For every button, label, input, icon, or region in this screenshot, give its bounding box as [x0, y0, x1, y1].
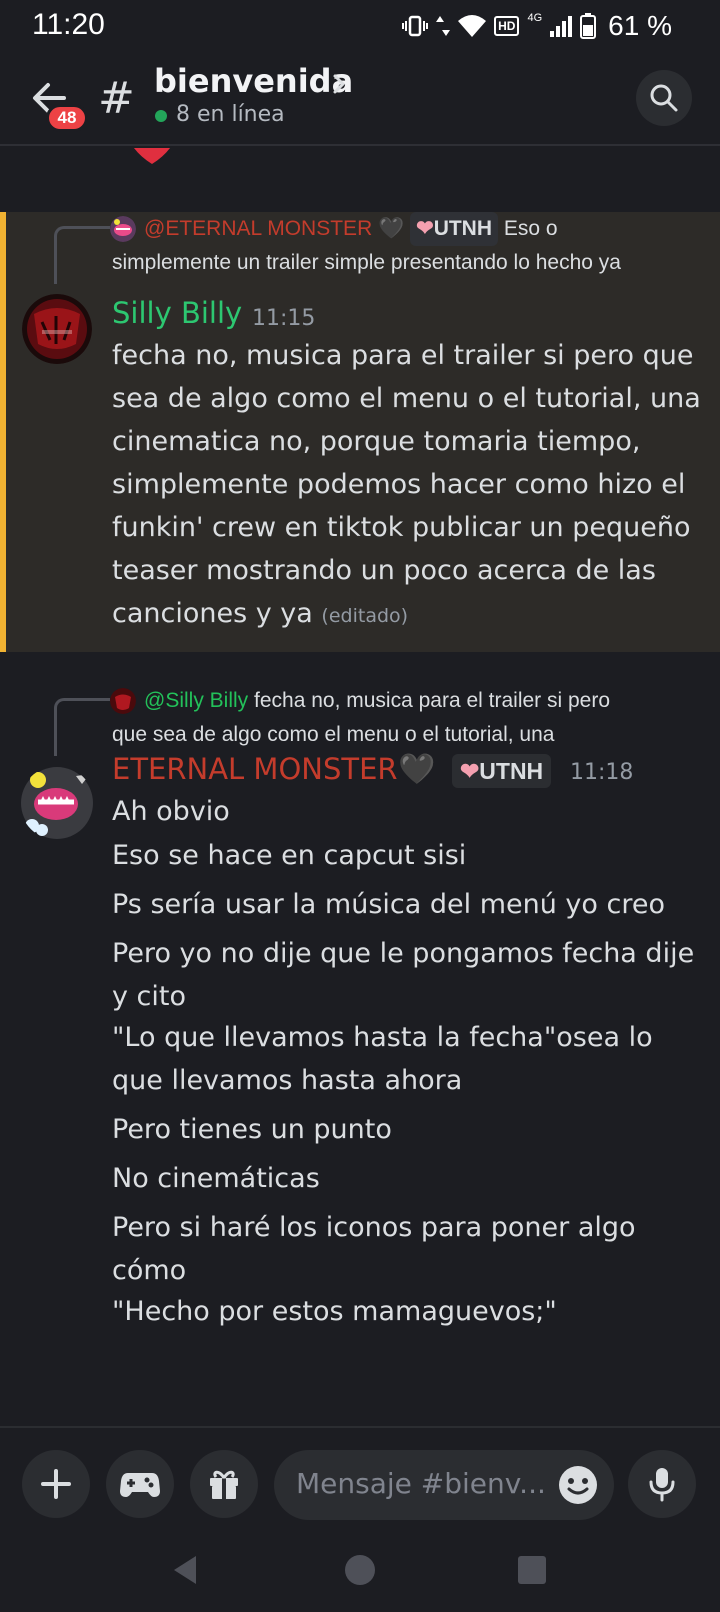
message-body: fecha no, musica para el trailer si pero…: [112, 340, 701, 629]
reply-preview[interactable]: @ETERNAL MONSTER 🖤 ❤UTNH Eso o simplemen…: [112, 212, 712, 280]
plus-icon: [41, 1469, 71, 1499]
message-line: Eso se hace en capcut sisi: [112, 840, 467, 871]
add-attachment-button[interactable]: [22, 1450, 90, 1518]
voice-message-button[interactable]: [628, 1450, 696, 1518]
chevron-right-icon[interactable]: [330, 70, 350, 98]
message-line: "Hecho por estos mamaguevos;": [112, 1296, 557, 1327]
message-line: No cinemáticas: [112, 1163, 320, 1194]
search-icon: [650, 84, 678, 112]
status-bar: 11:20 HD 4G 61 %: [0, 0, 720, 52]
gift-icon: [210, 1470, 238, 1499]
network-type: 4G: [527, 12, 543, 24]
reply-text-line1: Eso o: [503, 217, 558, 240]
microphone-icon: [649, 1468, 675, 1502]
reply-author: @ETERNAL MONSTER: [144, 217, 373, 240]
message-author[interactable]: ETERNAL MONSTER: [112, 752, 398, 786]
reply-preview[interactable]: @Silly Billy fecha no, musica para el tr…: [112, 684, 712, 752]
gift-button[interactable]: [190, 1450, 258, 1518]
nav-back-icon[interactable]: [168, 1550, 208, 1590]
data-arrows-icon: [436, 16, 451, 36]
message-timestamp: 11:18: [570, 760, 634, 785]
message-line: Ps sería usar la música del menú yo creo: [112, 889, 665, 920]
message-input-placeholder: Mensaje #bienv...: [296, 1467, 546, 1500]
status-icons: HD 4G 61 %: [402, 10, 672, 41]
avatar-eternal-monster[interactable]: [20, 766, 94, 840]
online-status-dot: [155, 110, 167, 122]
reply-connector: [54, 226, 110, 284]
unread-badge: 48: [46, 104, 88, 132]
emoji-icon[interactable]: [558, 1465, 598, 1505]
edited-label: (editado): [321, 605, 409, 627]
nav-recents-icon[interactable]: [512, 1550, 552, 1590]
hd-icon: HD: [494, 16, 520, 36]
channel-header: 48 # bienvenida 8 en línea: [0, 52, 720, 146]
message-line: Pero tienes un punto: [112, 1114, 392, 1145]
reply-connector: [54, 698, 110, 756]
channel-title[interactable]: bienvenida: [154, 62, 353, 100]
message-author[interactable]: Silly Billy: [112, 296, 242, 330]
message-line: Pero si haré los iconos para poner algo …: [112, 1212, 636, 1286]
message-line: Pero yo no dije que le pongamos fecha di…: [112, 938, 695, 1012]
role-tag[interactable]: ❤UTNH: [452, 754, 552, 788]
reply-text-line2: que sea de algo como el menu o el tutori…: [112, 723, 555, 746]
reply-text-line2: simplemente un trailer simple presentand…: [112, 251, 621, 274]
role-tag: ❤UTNH: [410, 212, 499, 246]
signal-icon: [550, 16, 573, 37]
avatar-silly-billy[interactable]: [22, 294, 92, 364]
hash-icon: #: [98, 73, 135, 124]
black-heart-emoji: 🖤: [398, 752, 436, 787]
heart-emoji: [134, 148, 170, 164]
gamepad-icon: [120, 1473, 160, 1497]
battery-percent: 61 %: [608, 10, 672, 41]
activities-button[interactable]: [106, 1450, 174, 1518]
message-line: Ah obvio: [112, 796, 230, 827]
message-composer: Mensaje #bienv...: [0, 1426, 720, 1532]
status-time: 11:20: [32, 8, 105, 41]
message-list[interactable]: @ETERNAL MONSTER 🖤 ❤UTNH Eso o simplemen…: [0, 148, 720, 1428]
avatar-silly-billy-image: [22, 294, 92, 364]
reply-text-line1: fecha no, musica para el trailer si pero: [254, 689, 611, 712]
black-heart-emoji: 🖤: [378, 217, 405, 240]
battery-icon: [580, 13, 597, 39]
message-timestamp: 11:15: [252, 306, 316, 331]
online-count: 8 en línea: [176, 102, 285, 127]
wifi-icon: [458, 15, 487, 37]
avatar-eternal-monster-image: [21, 767, 93, 839]
system-nav-bar: [0, 1532, 720, 1612]
search-button[interactable]: [636, 70, 692, 126]
vibrate-icon: [402, 15, 429, 37]
message-input[interactable]: Mensaje #bienv...: [274, 1450, 614, 1520]
message-line: "Lo que llevamos hasta la fecha"osea lo …: [112, 1022, 653, 1096]
reply-author: @Silly Billy: [144, 689, 249, 712]
nav-home-icon[interactable]: [340, 1550, 380, 1590]
